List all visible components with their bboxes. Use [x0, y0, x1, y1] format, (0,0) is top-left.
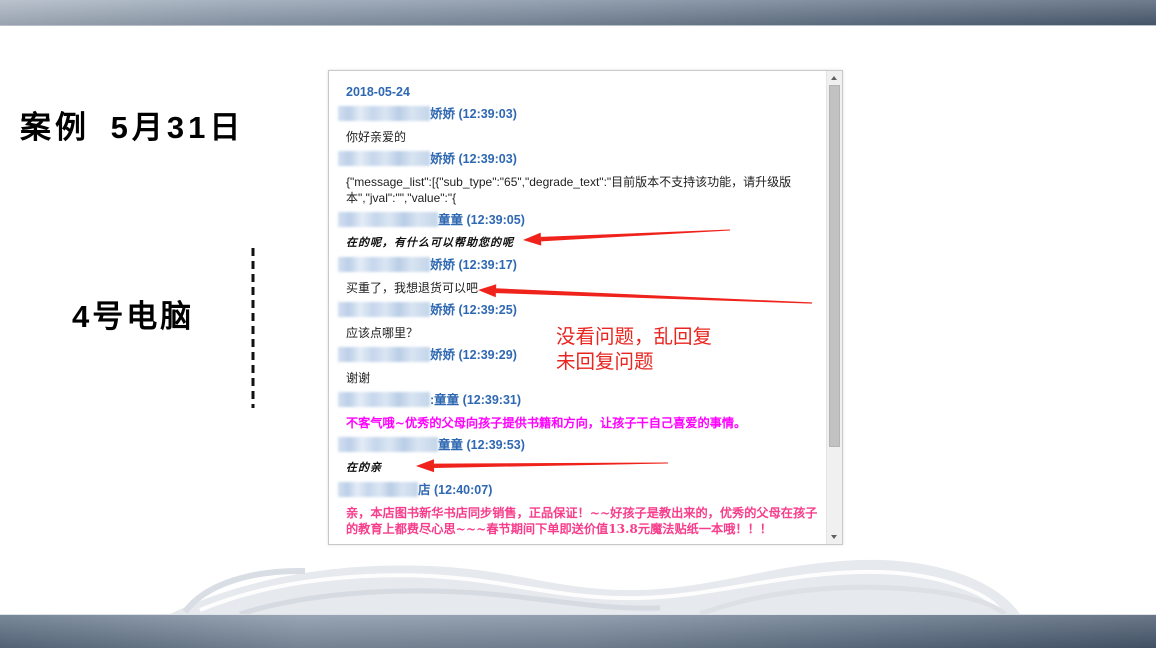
message-header: 童童 (12:39:53) — [338, 434, 826, 457]
chat-date: 2018-05-24 — [346, 84, 410, 99]
message-text: 在的呢，有什么可以帮助您的呢 — [346, 232, 826, 255]
vertical-scrollbar[interactable] — [826, 71, 842, 544]
redacted-sender-name — [338, 437, 438, 453]
message-time: (12:40:07) — [434, 483, 493, 498]
redacted-sender-name — [338, 392, 430, 408]
top-band-shade — [0, 0, 1156, 26]
message-time: (12:39:05) — [466, 213, 525, 228]
annotation-line: 未回复问题 — [556, 350, 654, 373]
message-line: 买重了，我想退货可以吧 — [346, 281, 479, 295]
sender-name: 童童 — [438, 438, 464, 453]
message-line: 不客气哦~优秀的父母向孩子提供书籍和方向，让孩子干自己喜爱的事情。 — [346, 416, 747, 430]
message-line: 在的呢，有什么可以帮助您的呢 — [346, 236, 514, 249]
message-text: {"message_list":[{"sub_type":"65","degra… — [346, 171, 826, 210]
message-header: 娇娇 (12:39:17) — [338, 254, 826, 277]
message-time: (12:39:29) — [458, 348, 517, 363]
message-text: 在的亲 — [346, 457, 826, 480]
dashed-divider — [251, 248, 255, 408]
redacted-sender-name — [338, 151, 430, 167]
redacted-sender-name — [338, 257, 430, 273]
review-annotation: 没看问题，乱回复 未回复问题 — [556, 324, 712, 374]
message-header: 童童 (12:39:05) — [338, 209, 826, 232]
chat-message: 娇娇 (12:39:17) 买重了，我想退货可以吧 — [338, 254, 826, 300]
message-line: {"message_list":[{"sub_type":"65","degra… — [346, 175, 792, 189]
sender-name: 娇娇 — [430, 348, 456, 363]
chat-message: 娇娇 (12:39:03) 你好亲爱的 — [338, 103, 826, 149]
slide-title: 案例 5月31日 — [20, 110, 245, 145]
scroll-down-button[interactable] — [827, 530, 842, 544]
chat-message: 童童 (12:39:05) 在的呢，有什么可以帮助您的呢 — [338, 209, 826, 255]
sender-name: 娇娇 — [430, 303, 456, 318]
chat-message: 童童 (12:39:53) 在的亲 — [338, 434, 826, 480]
message-header: 店 (12:40:07) — [338, 479, 826, 502]
message-header: 娇娇 (12:39:03) — [338, 103, 826, 126]
sender-name: 店 — [418, 483, 431, 498]
message-line: 你好亲爱的 — [346, 130, 407, 144]
slide: 案例 5月31日 4号电脑 2018-05-24 娇娇 (12:39:03) 你… — [0, 0, 1156, 648]
chat-message: 店 (12:40:07) 亲，本店图书新华书店同步销售，正品保证！~~好孩子是教… — [338, 479, 826, 541]
message-line: 亲，本店图书新华书店同步销售，正品保证！~~好孩子是教出来的，优秀的父母在孩子 — [346, 506, 818, 520]
message-line: 本","jval":"","value":"{ — [346, 191, 457, 205]
chat-message: :童童 (12:39:31) 不客气哦~优秀的父母向孩子提供书籍和方向，让孩子干… — [338, 389, 826, 435]
message-time: (12:39:03) — [458, 152, 517, 167]
sender-name: :童童 — [430, 393, 460, 408]
arrow-up-icon — [831, 76, 837, 80]
message-time: (12:39:31) — [462, 393, 522, 408]
message-text: 不客气哦~优秀的父母向孩子提供书籍和方向，让孩子干自己喜爱的事情。 — [346, 412, 826, 435]
message-time: (12:39:53) — [466, 438, 525, 453]
sender-name: 娇娇 — [430, 152, 456, 167]
redacted-sender-name — [338, 212, 438, 228]
redacted-sender-name — [338, 482, 418, 498]
message-header: 娇娇 (12:39:03) — [338, 148, 826, 171]
bottom-band-shade — [0, 614, 1156, 648]
chat-log-window: 2018-05-24 娇娇 (12:39:03) 你好亲爱的 娇娇 (12:39… — [328, 70, 843, 545]
message-text: 亲，本店图书新华书店同步销售，正品保证！~~好孩子是教出来的，优秀的父母在孩子 … — [346, 502, 826, 541]
message-header: 娇娇 (12:39:25) — [338, 299, 826, 322]
sender-name: 娇娇 — [430, 258, 456, 273]
arrow-down-icon — [831, 535, 837, 539]
message-line: 在的亲 — [346, 461, 382, 474]
message-header: :童童 (12:39:31) — [338, 389, 826, 412]
message-text: 你好亲爱的 — [346, 126, 826, 149]
scrollbar-thumb[interactable] — [829, 85, 840, 447]
message-time: (12:39:03) — [458, 107, 517, 122]
sender-name: 童童 — [438, 213, 464, 228]
redacted-sender-name — [338, 106, 430, 122]
chat-message: 娇娇 (12:39:03) {"message_list":[{"sub_typ… — [338, 148, 826, 210]
message-time: (12:39:25) — [458, 303, 517, 318]
redacted-sender-name — [338, 302, 430, 318]
scroll-up-button[interactable] — [827, 71, 842, 85]
annotation-line: 没看问题，乱回复 — [556, 325, 713, 348]
message-time: (12:39:17) — [458, 258, 517, 273]
background-swirl — [170, 559, 1020, 614]
redacted-sender-name — [338, 347, 430, 363]
chat-log-content: 2018-05-24 娇娇 (12:39:03) 你好亲爱的 娇娇 (12:39… — [329, 71, 826, 544]
message-text: 买重了，我想退货可以吧 — [346, 277, 826, 300]
sender-name: 娇娇 — [430, 107, 456, 122]
message-line: 的教育上都费尽心思~~~春节期间下单即送价值13.8元魔法贴纸一本哦！！！ — [346, 522, 772, 536]
computer-label: 4号电脑 — [72, 299, 195, 334]
